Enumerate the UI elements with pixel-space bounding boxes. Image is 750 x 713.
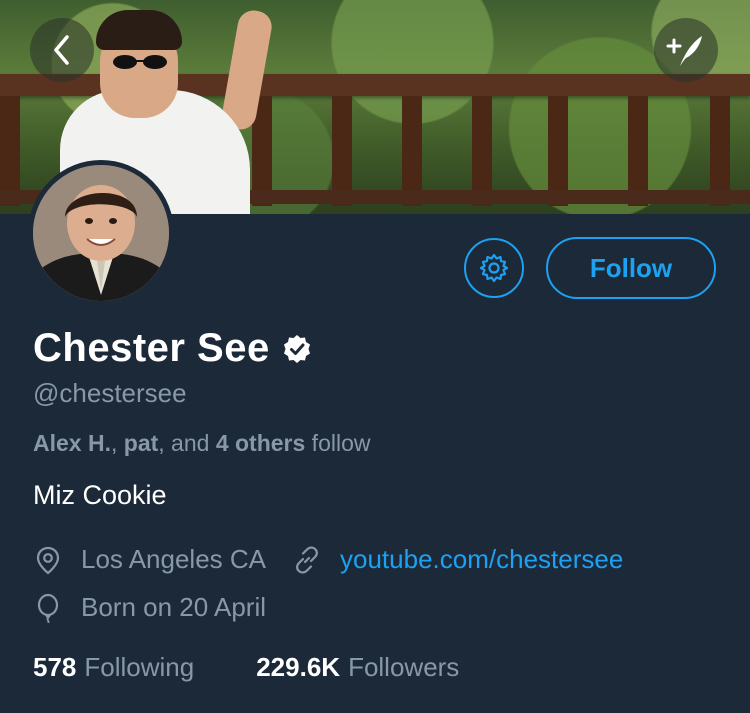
settings-button[interactable] xyxy=(464,238,524,298)
profile-stats: 578 Following 229.6K Followers xyxy=(33,652,459,683)
chevron-left-icon xyxy=(54,35,69,65)
profile-website[interactable]: youtube.com/chestersee xyxy=(340,544,623,575)
profile-bio: Miz Cookie xyxy=(33,480,167,510)
profile-handle: @chestersee xyxy=(33,378,187,408)
followers-count: 229.6K xyxy=(256,652,341,682)
compose-tweet-button[interactable] xyxy=(654,18,718,82)
link-icon xyxy=(296,545,318,574)
follow-button[interactable]: Follow xyxy=(546,237,716,299)
back-button[interactable] xyxy=(30,18,94,82)
balloon-icon xyxy=(37,593,59,623)
followed-by-separator: , and xyxy=(158,430,216,456)
followed-by-suffix: follow xyxy=(305,430,371,456)
profile-birthday: Born on 20 April xyxy=(81,592,267,622)
gear-icon xyxy=(479,253,509,283)
profile-birthday-row: Born on 20 April xyxy=(33,592,266,623)
following-count: 578 xyxy=(33,652,77,682)
verified-badge-icon xyxy=(283,334,310,363)
followed-by-separator: , xyxy=(110,430,124,456)
profile-website-link[interactable]: youtube.com/chestersee xyxy=(292,544,623,575)
profile-name: Chester See xyxy=(33,326,270,370)
profile-name-row: Chester See xyxy=(33,326,312,371)
following-stat[interactable]: 578 Following xyxy=(33,652,194,683)
avatar[interactable] xyxy=(28,160,174,306)
followed-by-user[interactable]: Alex H. xyxy=(33,430,111,456)
following-label: Following xyxy=(84,652,195,682)
followers-stat[interactable]: 229.6K Followers xyxy=(256,652,459,683)
location-pin-icon xyxy=(36,546,60,574)
profile-meta-row: Los Angeles CA youtube.com/chestersee xyxy=(33,544,623,575)
profile-location: Los Angeles CA xyxy=(81,544,267,574)
avatar-photo xyxy=(33,165,169,301)
followed-by-user[interactable]: pat xyxy=(124,430,159,456)
followed-by-others[interactable]: 4 others xyxy=(216,430,305,456)
compose-tweet-icon xyxy=(666,36,702,66)
followers-label: Followers xyxy=(348,652,460,682)
followed-by-text[interactable]: Alex H., pat, and 4 others follow xyxy=(33,430,371,457)
